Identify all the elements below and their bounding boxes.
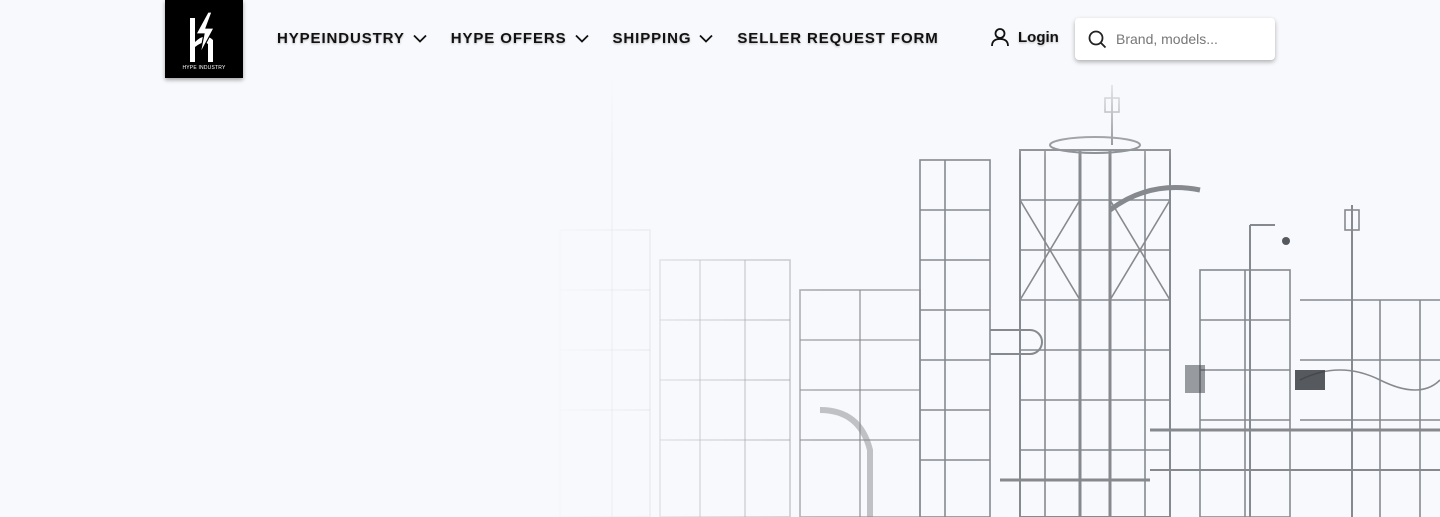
nav-item-hype-offers[interactable]: HYPE OFFERS xyxy=(451,30,589,47)
nav-item-shipping[interactable]: SHIPPING xyxy=(613,30,714,47)
nav-item-label: SELLER REQUEST FORM xyxy=(737,29,939,47)
chevron-down-icon xyxy=(699,34,714,43)
nav-item-label: HYPE OFFERS xyxy=(450,29,567,47)
nav-item-label: HYPEINDUSTRY xyxy=(277,29,405,47)
login-label: Login xyxy=(1018,28,1059,46)
nav-item-hypeindustry[interactable]: HYPEINDUSTRY xyxy=(277,30,427,47)
site-logo[interactable]: HYPE INDUSTRY xyxy=(165,0,243,78)
chevron-down-icon xyxy=(413,34,427,43)
search-input[interactable] xyxy=(1116,31,1266,47)
nav-item-label: SHIPPING xyxy=(612,29,692,47)
main-nav: HYPEINDUSTRY HYPE OFFERS SHIPPING SELLER… xyxy=(277,26,963,50)
logo-caption: HYPE INDUSTRY xyxy=(182,65,226,71)
search-box xyxy=(1075,18,1275,60)
search-icon[interactable] xyxy=(1088,30,1107,49)
chevron-down-icon xyxy=(574,34,589,43)
user-icon xyxy=(990,27,1010,47)
nav-item-seller-request-form[interactable]: SELLER REQUEST FORM xyxy=(737,30,938,47)
logo-mark-icon xyxy=(190,11,216,62)
login-link[interactable]: Login xyxy=(990,27,1059,47)
